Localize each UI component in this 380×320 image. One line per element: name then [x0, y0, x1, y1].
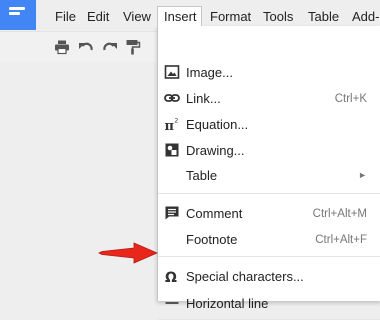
menu-item-comment[interactable]: Comment Ctrl+Alt+M	[158, 201, 380, 225]
shortcut-text: Ctrl+Alt+F	[315, 234, 367, 246]
menu-item-label: Horizontal line	[186, 296, 269, 311]
menu-item-footnote[interactable]: Footnote Ctrl+Alt+F	[158, 227, 380, 251]
menu-item-label: Equation...	[186, 117, 249, 132]
menu-edit[interactable]: Edit	[87, 9, 109, 24]
menu-view[interactable]: View	[123, 9, 151, 24]
horizontal-line-icon	[165, 302, 179, 304]
submenu-arrow-icon: ►	[358, 170, 367, 180]
menu-item-label: Special characters...	[186, 269, 304, 284]
svg-text:Ω: Ω	[165, 270, 177, 284]
paint-format-icon[interactable]	[124, 38, 142, 56]
shortcut-text: Ctrl+K	[334, 93, 367, 105]
shortcut-text: Ctrl+Alt+M	[312, 208, 367, 220]
printer-icon[interactable]	[53, 38, 71, 56]
omega-icon: Ω	[165, 270, 177, 284]
menu-item-label: Comment	[186, 206, 243, 221]
menu-item-drawing[interactable]: Drawing...	[158, 138, 380, 162]
menu-item-image[interactable]: Image...	[158, 60, 380, 84]
menu-item-label: Table	[186, 168, 218, 183]
menu-tools[interactable]: Tools	[263, 9, 293, 24]
menu-format[interactable]: Format	[210, 9, 251, 24]
menu-separator	[158, 256, 380, 257]
svg-text:2: 2	[175, 118, 179, 125]
menu-item-label: Footnote	[186, 232, 238, 247]
comment-icon	[165, 206, 179, 220]
equation-icon: π 2	[165, 118, 179, 133]
red-arrow-annotation	[98, 242, 158, 264]
menu-addons[interactable]: Add-o	[352, 9, 380, 24]
menu-item-table[interactable]: Table ►	[158, 163, 380, 187]
menu-item-equation[interactable]: π 2 Equation...	[158, 112, 380, 136]
menu-file[interactable]: File	[55, 9, 76, 24]
menu-item-special-characters[interactable]: Ω Special characters...	[158, 264, 380, 288]
redo-icon[interactable]	[101, 38, 119, 56]
menu-item-link[interactable]: Link... Ctrl+K	[158, 86, 380, 110]
menu-item-label: Link...	[186, 91, 221, 106]
link-icon	[164, 94, 180, 102]
undo-icon[interactable]	[77, 38, 95, 56]
drawing-icon	[165, 143, 179, 157]
svg-text:π: π	[165, 119, 175, 132]
menu-table[interactable]: Table	[308, 9, 339, 24]
menu-item-horizontal-line[interactable]: Horizontal line	[158, 291, 380, 315]
image-icon	[164, 65, 180, 79]
insert-menu-dropdown: Image... Link... Ctrl+K π 2 Equation... …	[157, 26, 380, 320]
menu-insert[interactable]: Insert	[157, 6, 202, 26]
menu-item-label: Image...	[186, 65, 233, 80]
menu-separator	[158, 193, 380, 194]
menu-item-label: Drawing...	[186, 143, 245, 158]
